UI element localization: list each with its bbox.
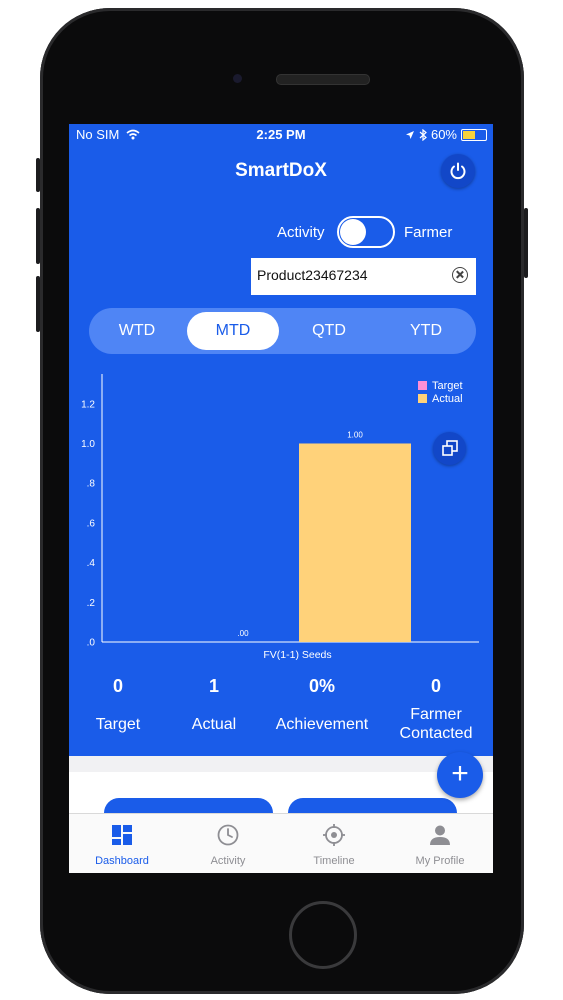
target-icon	[323, 824, 345, 846]
bluetooth-icon	[419, 128, 427, 141]
stat-target: 0 Target	[79, 676, 157, 734]
toggle-knob	[340, 219, 366, 245]
tab-timeline-label: Timeline	[313, 855, 355, 867]
status-right: 60%	[405, 127, 487, 142]
stat-actual-label: Actual	[191, 716, 237, 733]
tab-activity[interactable]: Activity	[175, 814, 281, 873]
y-tick-label: .0	[87, 638, 96, 649]
legend-swatch-actual	[418, 394, 427, 403]
expand-chart-button[interactable]	[433, 432, 466, 465]
tab-qtd[interactable]: QTD	[283, 312, 375, 350]
y-tick-label: .4	[87, 558, 96, 569]
bar-actual	[299, 443, 411, 642]
legend-label-actual: Actual	[432, 393, 463, 405]
clock-icon	[217, 824, 239, 846]
product-search-input[interactable]	[257, 267, 437, 283]
y-tick-label: .8	[87, 479, 96, 490]
tab-activity-label: Activity	[210, 855, 246, 867]
dashboard-content: Activity Farmer WTD MTD QTD YTD .0 .2 .4 .6…	[69, 196, 493, 756]
tab-wtd[interactable]: WTD	[91, 312, 183, 350]
toggle-activity-label: Activity	[277, 224, 325, 241]
stat-target-value: 0	[112, 676, 123, 696]
stat-target-label: Target	[95, 716, 141, 733]
y-tick-label: 1.0	[81, 439, 95, 450]
tab-my-profile-label: My Profile	[415, 855, 465, 867]
bottom-tab-bar: Dashboard Activity Timeline My Profile	[69, 813, 493, 873]
y-tick-label: 1.2	[81, 399, 95, 410]
mute-switch	[36, 158, 40, 192]
x-category-label: FV(1-1) Seeds	[263, 649, 331, 661]
clear-circle-icon[interactable]	[452, 267, 468, 283]
stat-actual: 1 Actual	[175, 676, 253, 734]
app-title: SmartDoX	[235, 160, 327, 181]
period-segmented-control: WTD MTD QTD YTD	[89, 308, 476, 354]
section-divider	[69, 756, 493, 772]
app-header: SmartDoX	[69, 144, 493, 196]
battery-fill	[463, 130, 475, 139]
status-bar: No SIM 2:25 PM 60%	[69, 124, 493, 144]
power-icon	[450, 162, 466, 180]
tab-timeline[interactable]: Timeline	[281, 814, 387, 873]
battery-icon	[461, 128, 487, 141]
mode-toggle-row: Activity Farmer	[69, 214, 493, 250]
stat-actual-value: 1	[208, 676, 219, 696]
stat-farmer-contacted-value: 0	[430, 676, 441, 696]
y-tick-label: .6	[87, 518, 96, 529]
dashboard-icon	[112, 825, 132, 845]
expand-icon	[442, 440, 458, 456]
legend-label-target: Target	[432, 380, 463, 392]
tab-mtd[interactable]: MTD	[187, 312, 279, 350]
power-button[interactable]	[441, 154, 475, 188]
tab-dashboard-label: Dashboard	[95, 855, 149, 867]
product-search-box	[251, 258, 476, 295]
toggle-farmer-label: Farmer	[404, 224, 453, 241]
tab-dashboard[interactable]: Dashboard	[69, 814, 175, 873]
volume-up-button	[36, 208, 40, 264]
stat-achievement-label: Achievement	[275, 716, 369, 733]
volume-down-button	[36, 276, 40, 332]
person-icon	[430, 825, 450, 845]
tab-my-profile[interactable]: My Profile	[387, 814, 493, 873]
battery-percent: 60%	[430, 127, 457, 142]
legend-swatch-target	[418, 381, 427, 390]
power-side-button	[524, 208, 528, 278]
location-arrow-icon	[405, 130, 414, 139]
activity-farmer-toggle[interactable]	[337, 216, 395, 248]
data-label-actual: 1.00	[347, 430, 363, 439]
y-tick-label: .2	[87, 598, 96, 609]
stats-row: 0 Target 1 Actual 0% Achievement 0 Farme…	[69, 676, 493, 756]
performance-chart: .0 .2 .4 .6 .8 1.0 1.2 .00 1.00 FV(1-1) Seeds Targ…	[69, 364, 493, 674]
lower-section	[69, 756, 493, 828]
stat-farmer-contacted-label: Farmer Contacted	[399, 706, 473, 742]
stat-achievement: 0% Achievement	[267, 676, 377, 734]
app-screen: No SIM 2:25 PM 60% SmartDoX Activity Far…	[69, 124, 493, 873]
front-camera	[233, 74, 242, 83]
home-button[interactable]	[289, 901, 357, 969]
earpiece-speaker	[276, 74, 370, 85]
add-button[interactable]: +	[437, 752, 483, 798]
stat-farmer-contacted: 0 Farmer Contacted	[387, 676, 485, 743]
bar-chart-svg: .0 .2 .4 .6 .8 1.0 1.2 .00 1.00 FV(1-1) Seeds Targ…	[81, 374, 479, 661]
stat-achievement-value: 0%	[308, 676, 335, 696]
data-label-target: .00	[237, 629, 249, 638]
tab-ytd[interactable]: YTD	[380, 312, 472, 350]
